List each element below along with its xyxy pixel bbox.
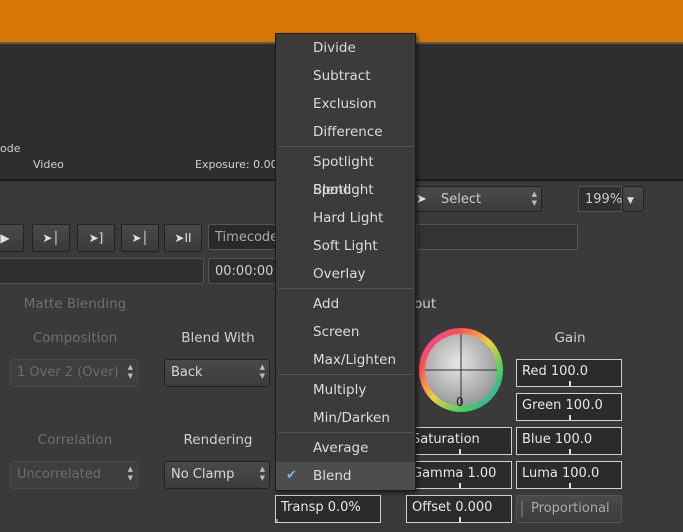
step-in-button[interactable]: ➤│ (32, 224, 70, 252)
gamma-value: Gamma 1.00 (412, 466, 497, 481)
menu-item-difference[interactable]: Difference (276, 118, 415, 146)
menu-item-soft-light[interactable]: Soft Light (276, 232, 415, 260)
spin-arrows-icon: ▲ ▼ (127, 363, 133, 380)
color-wheel-value: 0 (456, 395, 464, 409)
color-section-title: out (414, 296, 437, 312)
rendering-dropdown[interactable]: No Clamp ▲ ▼ (164, 461, 270, 489)
blend-with-dropdown[interactable]: Back ▲ ▼ (164, 359, 270, 387)
correlation-dropdown[interactable]: Uncorrelated ▲ ▼ (10, 461, 138, 489)
menu-separator (278, 146, 413, 147)
menu-item-divide[interactable]: Divide (276, 34, 415, 62)
spin-arrows-icon: ▲ ▼ (127, 465, 133, 482)
menu-item-blend[interactable]: ✔ Blend (276, 462, 415, 490)
composition-value: 1 Over 2 (Over) (17, 365, 119, 380)
saturation-value: Saturation 100.0 (412, 432, 480, 447)
menu-separator (278, 288, 413, 289)
menu-item-min-darken[interactable]: Min/Darken (276, 404, 415, 432)
menu-item-overlay[interactable]: Overlay (276, 260, 415, 288)
green-gain-field[interactable]: Green 100.0 (516, 393, 622, 421)
composition-label: Composition (32, 330, 118, 346)
blend-with-label: Blend With (181, 330, 255, 346)
composition-dropdown[interactable]: 1 Over 2 (Over) ▲ ▼ (10, 359, 138, 387)
menu-separator (278, 432, 413, 433)
spin-arrows-icon: ▲ ▼ (259, 363, 265, 380)
step-out-button[interactable]: ➤│ (121, 224, 159, 252)
rendering-label: Rendering (183, 432, 253, 448)
timeline-bar[interactable] (0, 258, 204, 284)
blue-gain-value: Blue 100.0 (522, 432, 593, 447)
red-gain-field[interactable]: Red 100.0 (516, 359, 622, 387)
gain-label: Gain (554, 330, 586, 346)
proportional-label: Proportional (531, 501, 610, 516)
spin-arrows-icon: ▲ ▼ (259, 465, 265, 482)
gamma-marker (459, 483, 461, 488)
go-to-in-icon: ➤] (88, 231, 104, 245)
menu-item-hard-light[interactable]: Hard Light (276, 204, 415, 232)
menu-item-max-lighten[interactable]: Max/Lighten (276, 346, 415, 374)
transparency-value: Transp 0.0% (281, 500, 361, 515)
red-gain-marker (569, 381, 571, 386)
correlation-label: Correlation (37, 432, 113, 448)
menu-item-exclusion[interactable]: Exclusion (276, 90, 415, 118)
checkmark-icon: ✔ (286, 468, 297, 483)
play-button[interactable]: ▶ (0, 224, 24, 252)
menu-item-subtract[interactable]: Subtract (276, 62, 415, 90)
correlation-value: Uncorrelated (17, 467, 101, 482)
saturation-field[interactable]: Saturation 100.0 (406, 427, 512, 455)
menu-separator (278, 374, 413, 375)
blue-gain-marker (569, 449, 571, 454)
select-tool-label: Select (441, 192, 482, 207)
saturation-marker (459, 449, 461, 454)
transparency-bar (276, 519, 278, 522)
offset-field[interactable]: Offset 0.000 (406, 495, 512, 523)
menu-item-spotlight[interactable]: Spotlight (276, 176, 415, 204)
proportional-toggle[interactable]: Proportional (516, 495, 622, 523)
menu-item-spotlight-blend[interactable]: Spotlight Blend (276, 148, 415, 198)
menu-item-add[interactable]: Add (276, 290, 415, 318)
blend-with-value: Back (171, 365, 203, 380)
offset-marker (459, 517, 461, 522)
luma-gain-marker (569, 483, 571, 488)
menu-item-multiply[interactable]: Multiply (276, 376, 415, 404)
zoom-field[interactable]: 199% (578, 186, 622, 212)
play-pause-button[interactable]: ➤II (164, 224, 202, 252)
luma-gain-field[interactable]: Luma 100.0 (516, 461, 622, 489)
luma-gain-value: Luma 100.0 (522, 466, 600, 481)
menu-item-average[interactable]: Average (276, 434, 415, 462)
play-pause-icon: ➤II (174, 231, 192, 245)
mark-out-icon: ➤│ (131, 231, 149, 245)
offset-value: Offset 0.000 (412, 500, 493, 515)
go-in-button[interactable]: ➤] (77, 224, 115, 252)
matte-blending-title: Matte Blending (23, 296, 127, 312)
exposure-label: Exposure: 0.00 (195, 158, 278, 171)
cursor-arrow-icon: ➤ (416, 192, 427, 207)
blue-gain-field[interactable]: Blue 100.0 (516, 427, 622, 455)
toggle-indicator (521, 501, 523, 517)
timecode-field[interactable]: Timecode (208, 224, 279, 250)
transparency-field[interactable]: Transp 0.0% (275, 495, 381, 523)
timecode-input-extension[interactable] (416, 224, 578, 250)
chevron-down-icon: ▼ (627, 196, 634, 206)
menu-item-screen[interactable]: Screen (276, 318, 415, 346)
zoom-value: 199% (585, 192, 623, 207)
rendering-value: No Clamp (171, 467, 235, 482)
blend-mode-menu: Divide Subtract Exclusion Difference Spo… (275, 33, 416, 491)
play-icon: ▶ (0, 231, 10, 245)
zoom-dropdown-button[interactable]: ▼ (622, 186, 644, 212)
spin-arrows-icon: ▲ ▼ (531, 190, 537, 207)
time-value: 00:00:00: (215, 264, 278, 279)
timecode-placeholder: Timecode (215, 230, 279, 245)
green-gain-marker (569, 415, 571, 420)
red-gain-value: Red 100.0 (522, 364, 589, 379)
green-gain-value: Green 100.0 (522, 398, 603, 413)
code-label: ode (0, 142, 21, 155)
select-tool-dropdown[interactable]: ➤ Select ▲ ▼ (407, 186, 542, 212)
video-label: Video (33, 158, 64, 171)
time-display: 00:00:00: (208, 258, 278, 284)
gamma-field[interactable]: Gamma 1.00 (406, 461, 512, 489)
mark-in-icon: ➤│ (42, 231, 60, 245)
